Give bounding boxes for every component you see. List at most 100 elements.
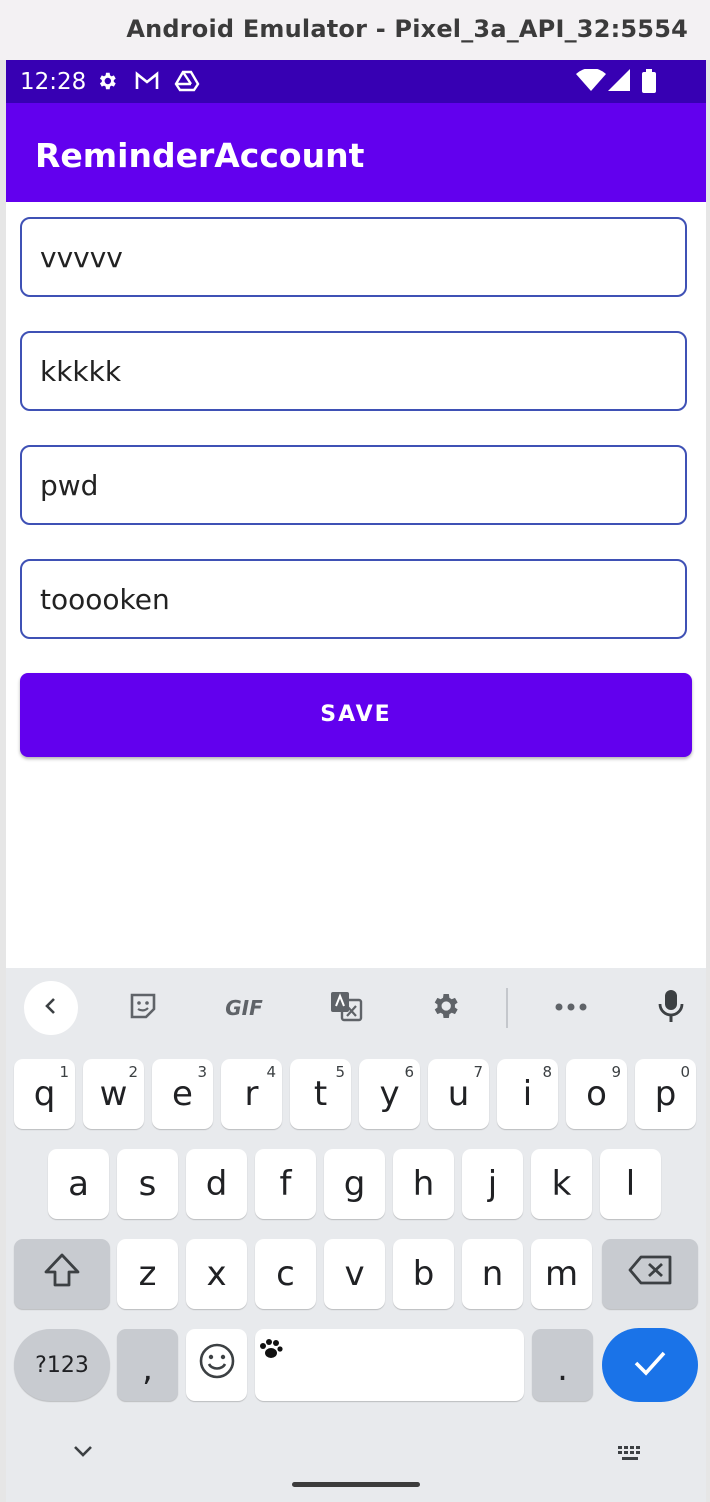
app-bar: ReminderAccount xyxy=(6,103,706,202)
toolbar-collapse-button[interactable] xyxy=(24,981,78,1035)
key-j[interactable]: j xyxy=(462,1149,523,1219)
period-key[interactable]: . xyxy=(532,1329,593,1401)
settings-notification-icon xyxy=(96,69,118,98)
key-p-label: p xyxy=(654,1074,677,1114)
microphone-icon xyxy=(657,988,685,1029)
key-o-label: o xyxy=(586,1074,607,1114)
key-v[interactable]: v xyxy=(324,1239,385,1309)
space-key[interactable] xyxy=(255,1329,524,1401)
sticker-icon xyxy=(128,991,158,1026)
enter-key[interactable] xyxy=(602,1328,698,1402)
key-i[interactable]: i8 xyxy=(497,1059,558,1129)
sticker-button[interactable] xyxy=(118,968,168,1048)
emoji-key[interactable] xyxy=(186,1329,247,1401)
translate-button[interactable] xyxy=(320,968,372,1048)
key-z[interactable]: z xyxy=(117,1239,178,1309)
key-t-hint: 5 xyxy=(335,1063,345,1081)
key-b[interactable]: b xyxy=(393,1239,454,1309)
more-options-button[interactable] xyxy=(544,968,598,1048)
password-field[interactable] xyxy=(20,445,687,525)
key-u-hint: 7 xyxy=(473,1063,483,1081)
key-c[interactable]: c xyxy=(255,1239,316,1309)
shift-key[interactable] xyxy=(14,1239,110,1309)
paw-icon xyxy=(257,1331,283,1371)
drive-notification-icon xyxy=(174,69,200,98)
soft-keyboard: GIF q1 w2 e3 r4 t5 y6 u7 i8 o9 p0 a s d … xyxy=(6,968,706,1502)
shift-icon xyxy=(42,1252,82,1297)
battery-icon xyxy=(642,69,656,98)
key-x[interactable]: x xyxy=(186,1239,247,1309)
backspace-key[interactable] xyxy=(602,1239,698,1309)
key-f[interactable]: f xyxy=(255,1149,316,1219)
keyboard-switch-icon[interactable] xyxy=(616,1444,646,1469)
comma-key[interactable]: , xyxy=(117,1329,178,1401)
key-y-hint: 6 xyxy=(404,1063,414,1081)
key-a[interactable]: a xyxy=(48,1149,109,1219)
gif-label: GIF xyxy=(225,996,263,1020)
key-w-hint: 2 xyxy=(128,1063,138,1081)
key-n[interactable]: n xyxy=(462,1239,523,1309)
text-field-2-input[interactable] xyxy=(40,333,660,409)
key-r-label: r xyxy=(244,1074,259,1114)
key-u-label: u xyxy=(447,1074,470,1114)
token-field-input[interactable] xyxy=(40,561,660,637)
key-s[interactable]: s xyxy=(117,1149,178,1219)
key-u[interactable]: u7 xyxy=(428,1059,489,1129)
app-title: ReminderAccount xyxy=(35,136,365,175)
key-r-hint: 4 xyxy=(266,1063,276,1081)
emoji-icon xyxy=(198,1342,236,1389)
key-w-label: w xyxy=(99,1074,128,1114)
gesture-nav-handle[interactable] xyxy=(292,1482,420,1487)
key-k[interactable]: k xyxy=(531,1149,592,1219)
status-time: 12:28 xyxy=(20,69,87,95)
hide-keyboard-icon[interactable] xyxy=(72,1444,94,1463)
password-field-input[interactable] xyxy=(40,447,660,523)
key-e-hint: 3 xyxy=(197,1063,207,1081)
status-bar: 12:28 xyxy=(6,60,706,103)
emulator-frame-right xyxy=(706,60,710,1502)
key-y[interactable]: y6 xyxy=(359,1059,420,1129)
voice-input-button[interactable] xyxy=(646,968,696,1048)
gif-button[interactable]: GIF xyxy=(214,968,274,1048)
key-p-hint: 0 xyxy=(680,1063,690,1081)
key-o[interactable]: o9 xyxy=(566,1059,627,1129)
wifi-icon xyxy=(576,68,606,98)
token-field[interactable] xyxy=(20,559,687,639)
key-r[interactable]: r4 xyxy=(221,1059,282,1129)
more-horizontal-icon xyxy=(554,999,588,1017)
key-q-hint: 1 xyxy=(59,1063,69,1081)
gmail-notification-icon xyxy=(134,69,160,98)
checkmark-icon xyxy=(632,1349,668,1382)
key-d[interactable]: d xyxy=(186,1149,247,1219)
key-w[interactable]: w2 xyxy=(83,1059,144,1129)
key-e[interactable]: e3 xyxy=(152,1059,213,1129)
toolbar-divider xyxy=(506,988,508,1028)
key-p[interactable]: p0 xyxy=(635,1059,696,1129)
emulator-title: Android Emulator - Pixel_3a_API_32:5554 xyxy=(126,15,688,43)
chevron-left-icon xyxy=(41,996,61,1021)
key-o-hint: 9 xyxy=(611,1063,621,1081)
symbols-key[interactable]: ?123 xyxy=(14,1329,110,1401)
key-e-label: e xyxy=(172,1074,193,1114)
key-y-label: y xyxy=(379,1074,400,1114)
key-h[interactable]: h xyxy=(393,1149,454,1219)
key-t[interactable]: t5 xyxy=(290,1059,351,1129)
cell-signal-icon xyxy=(608,69,630,98)
key-q-label: q xyxy=(33,1074,56,1114)
keyboard-settings-button[interactable] xyxy=(420,968,470,1048)
key-m[interactable]: m xyxy=(531,1239,592,1309)
key-q[interactable]: q1 xyxy=(14,1059,75,1129)
key-l[interactable]: l xyxy=(600,1149,661,1219)
text-field-1-input[interactable] xyxy=(40,219,660,295)
key-i-hint: 8 xyxy=(542,1063,552,1081)
backspace-icon xyxy=(627,1254,673,1295)
text-field-2[interactable] xyxy=(20,331,687,411)
gear-icon xyxy=(429,990,461,1027)
emulator-titlebar: Android Emulator - Pixel_3a_API_32:5554 xyxy=(0,0,710,60)
key-t-label: t xyxy=(313,1074,328,1114)
key-i-label: i xyxy=(522,1074,533,1114)
save-button[interactable]: SAVE xyxy=(20,673,692,757)
text-field-1[interactable] xyxy=(20,217,687,297)
key-g[interactable]: g xyxy=(324,1149,385,1219)
translate-icon xyxy=(329,990,363,1027)
